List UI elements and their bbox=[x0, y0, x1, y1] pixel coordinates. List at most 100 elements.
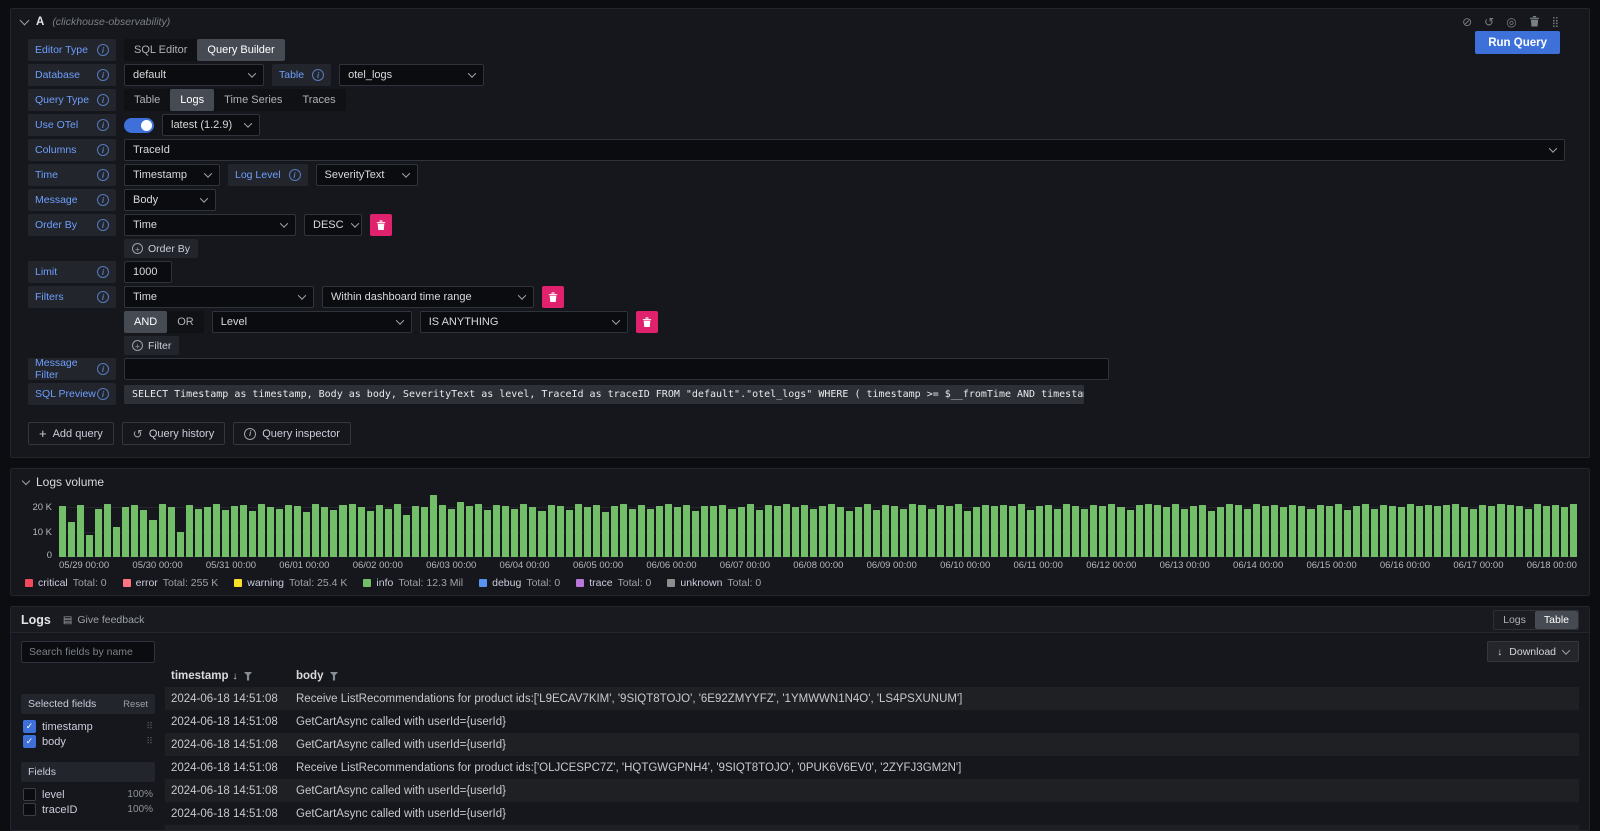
table-row[interactable]: 2024-06-18 14:51:08GetCartAsync called w… bbox=[165, 779, 1579, 802]
query-type-time-series[interactable]: Time Series bbox=[214, 89, 292, 111]
selected-field-item[interactable]: body bbox=[21, 734, 155, 749]
remove-filter-button[interactable] bbox=[542, 286, 564, 308]
run-query-button[interactable]: Run Query bbox=[1475, 31, 1560, 54]
filter-field-select[interactable]: Time bbox=[124, 286, 314, 308]
logs-volume-header[interactable]: Logs volume bbox=[23, 475, 1577, 489]
table-select[interactable]: otel_logs bbox=[339, 64, 484, 86]
info-icon[interactable] bbox=[97, 69, 109, 81]
logs-volume-bars bbox=[59, 495, 1577, 557]
info-icon[interactable] bbox=[97, 194, 109, 206]
query-history-icon[interactable] bbox=[1484, 16, 1494, 28]
order-by-direction-select[interactable]: DESC bbox=[304, 214, 362, 236]
filter-operator-select[interactable]: Within dashboard time range bbox=[322, 286, 534, 308]
legend-item[interactable]: errorTotal: 255 K bbox=[123, 577, 219, 589]
info-icon[interactable] bbox=[97, 169, 109, 181]
selected-fields-header: Selected fields Reset bbox=[21, 694, 155, 714]
filter-icon[interactable] bbox=[329, 672, 338, 681]
volume-bar bbox=[1443, 505, 1450, 557]
legend-item[interactable]: debugTotal: 0 bbox=[479, 577, 560, 589]
table-row[interactable]: 2024-06-18 14:51:08GetCartAsync called w… bbox=[165, 710, 1579, 733]
legend-item[interactable]: traceTotal: 0 bbox=[576, 577, 651, 589]
query-type-traces[interactable]: Traces bbox=[292, 89, 345, 111]
remove-filter2-button[interactable] bbox=[636, 311, 658, 333]
legend-item[interactable]: warningTotal: 25.4 K bbox=[234, 577, 347, 589]
table-row[interactable]: 2024-06-18 14:51:08Receive ListRecommend… bbox=[165, 756, 1579, 779]
query-inspector-button[interactable]: Query inspector bbox=[233, 422, 351, 445]
field-item[interactable]: traceID100% bbox=[21, 802, 155, 817]
add-order-by-button[interactable]: Order By bbox=[124, 239, 198, 258]
volume-bar bbox=[801, 505, 808, 557]
reset-fields-button[interactable]: Reset bbox=[123, 699, 148, 710]
collapse-volume-chevron-icon[interactable] bbox=[22, 476, 30, 484]
field-checkbox-unchecked[interactable] bbox=[23, 803, 36, 816]
message-filter-input[interactable] bbox=[124, 358, 1109, 380]
info-icon[interactable] bbox=[289, 169, 301, 181]
field-checkbox-unchecked[interactable] bbox=[23, 788, 36, 801]
order-by-field-select[interactable]: Time bbox=[124, 214, 296, 236]
info-icon[interactable] bbox=[312, 69, 324, 81]
time-column-select[interactable]: Timestamp bbox=[124, 164, 220, 186]
timestamp-column-header[interactable]: timestamp bbox=[165, 670, 292, 682]
message-column-select[interactable]: Body bbox=[124, 189, 216, 211]
info-icon[interactable] bbox=[97, 291, 109, 303]
log-level-select[interactable]: SeverityText bbox=[316, 164, 418, 186]
or-option[interactable]: OR bbox=[167, 311, 204, 333]
download-button[interactable]: Download bbox=[1487, 641, 1579, 662]
query-type-logs[interactable]: Logs bbox=[170, 89, 214, 111]
info-icon[interactable] bbox=[97, 363, 109, 375]
database-select[interactable]: default bbox=[124, 64, 264, 86]
add-filter-button[interactable]: Filter bbox=[124, 336, 179, 355]
otel-version-select[interactable]: latest (1.2.9) bbox=[162, 114, 260, 136]
volume-bar bbox=[1208, 511, 1215, 557]
add-query-button[interactable]: Add query bbox=[28, 422, 114, 445]
give-feedback-link[interactable]: Give feedback bbox=[63, 614, 145, 626]
limit-input[interactable] bbox=[124, 261, 172, 283]
delete-query-icon[interactable] bbox=[1529, 15, 1540, 29]
disable-query-icon[interactable] bbox=[1462, 16, 1472, 28]
query-type-table[interactable]: Table bbox=[124, 89, 170, 111]
volume-bar bbox=[792, 507, 799, 557]
body-column-header[interactable]: body bbox=[292, 670, 1579, 682]
legend-item[interactable]: infoTotal: 12.3 Mil bbox=[363, 577, 463, 589]
legend-color-chip bbox=[363, 579, 371, 587]
field-checkbox-checked[interactable] bbox=[23, 735, 36, 748]
filter-icon[interactable] bbox=[244, 672, 253, 681]
sort-desc-icon[interactable] bbox=[229, 670, 238, 682]
drag-handle-icon[interactable] bbox=[146, 721, 153, 732]
info-icon[interactable] bbox=[97, 119, 109, 131]
search-fields-input[interactable] bbox=[21, 641, 155, 663]
drag-handle-icon[interactable] bbox=[1552, 15, 1559, 28]
info-icon[interactable] bbox=[97, 94, 109, 106]
hide-response-icon[interactable] bbox=[1506, 16, 1516, 28]
filter2-field-select[interactable]: Level bbox=[212, 311, 412, 333]
view-logs-button[interactable]: Logs bbox=[1494, 611, 1535, 629]
info-icon[interactable] bbox=[97, 266, 109, 278]
legend-item[interactable]: criticalTotal: 0 bbox=[25, 577, 107, 589]
collapse-query-chevron-icon[interactable] bbox=[20, 15, 30, 25]
table-row[interactable]: 2024-06-18 14:51:08GetCartAsync called w… bbox=[165, 802, 1579, 825]
field-checkbox-checked[interactable] bbox=[23, 720, 36, 733]
remove-order-by-button[interactable] bbox=[370, 214, 392, 236]
info-icon[interactable] bbox=[97, 144, 109, 156]
table-row[interactable]: 2024-06-18 14:51:08GetCartAsync called w… bbox=[165, 733, 1579, 756]
columns-multiselect[interactable]: TraceId bbox=[124, 139, 1565, 161]
table-row[interactable]: 2024-06-18 14:51:08Receive ListRecommend… bbox=[165, 687, 1579, 710]
view-table-button[interactable]: Table bbox=[1535, 611, 1578, 629]
info-icon[interactable] bbox=[97, 388, 109, 400]
selected-field-item[interactable]: timestamp bbox=[21, 719, 155, 734]
table-row[interactable]: 2024-06-18 14:51:08GetCartAsync called w… bbox=[165, 825, 1579, 830]
legend-item[interactable]: unknownTotal: 0 bbox=[667, 577, 761, 589]
use-otel-toggle[interactable] bbox=[124, 118, 154, 133]
filter2-operator-select[interactable]: IS ANYTHING bbox=[420, 311, 628, 333]
message-label: Message bbox=[28, 189, 116, 211]
and-option[interactable]: AND bbox=[124, 311, 167, 333]
sql-editor-option[interactable]: SQL Editor bbox=[124, 39, 197, 61]
query-history-label: Query history bbox=[149, 428, 214, 440]
query-history-button[interactable]: Query history bbox=[122, 422, 225, 445]
field-item[interactable]: level100% bbox=[21, 787, 155, 802]
query-builder-option[interactable]: Query Builder bbox=[197, 39, 284, 61]
drag-handle-icon[interactable] bbox=[146, 736, 153, 747]
x-tick-label: 06/03 00:00 bbox=[426, 560, 476, 571]
info-icon[interactable] bbox=[97, 44, 109, 56]
info-icon[interactable] bbox=[97, 219, 109, 231]
